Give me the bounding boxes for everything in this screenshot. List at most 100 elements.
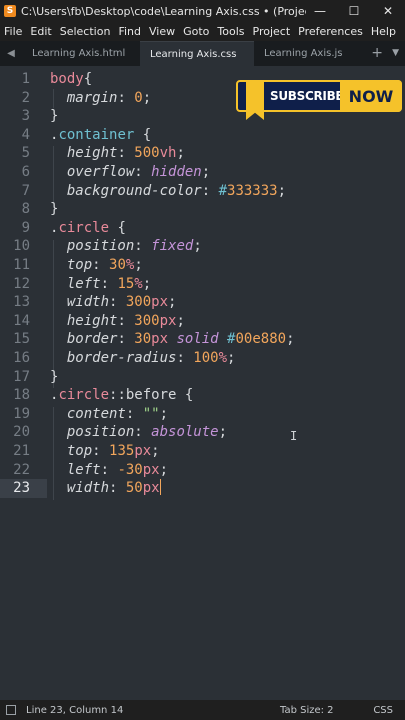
tab-label: Learning Axis.js xyxy=(264,48,343,59)
code-token: % xyxy=(218,350,228,366)
panel-toggle-icon[interactable] xyxy=(6,705,16,715)
line-number: 8 xyxy=(21,201,30,218)
tab-list-dropdown-icon[interactable]: ▼ xyxy=(392,41,399,66)
code-token: margin xyxy=(66,89,118,106)
code-line[interactable]: 12 left: 15%; xyxy=(0,275,405,294)
code-line[interactable]: 18 .circle::before { xyxy=(0,386,405,405)
code-text: } xyxy=(50,107,58,126)
line-number: 6 xyxy=(21,164,30,180)
code-line[interactable]: 16 border-radius: 100%; xyxy=(0,349,405,368)
tab-label: Learning Axis.html xyxy=(32,48,126,59)
line-number: 22 xyxy=(13,461,30,478)
code-line[interactable]: 13 width: 300px; xyxy=(0,293,405,312)
code-line[interactable]: 19 content: ""; xyxy=(0,405,405,424)
code-token: border xyxy=(66,331,118,348)
code-token: px xyxy=(142,480,160,497)
code-token: width xyxy=(66,480,110,497)
code-text: .container { xyxy=(50,126,151,145)
menu-selection[interactable]: Selection xyxy=(56,22,115,41)
menu-bar: File Edit Selection Find View Goto Tools… xyxy=(0,22,405,41)
minimize-button[interactable]: — xyxy=(303,0,337,22)
close-button[interactable]: ✕ xyxy=(371,0,405,22)
code-line[interactable]: 8} xyxy=(0,200,405,219)
code-line[interactable]: 22 left: -30px; xyxy=(0,461,405,480)
menu-view[interactable]: View xyxy=(145,22,179,41)
code-token: : xyxy=(92,443,110,459)
code-text: height: 300px; xyxy=(50,312,185,331)
code-line[interactable]: 10 position: fixed; xyxy=(0,237,405,256)
code-token: # xyxy=(218,182,228,199)
code-line[interactable]: 9 .circle { xyxy=(0,219,405,238)
code-token: ; xyxy=(176,312,185,329)
tab-scroll-left-icon[interactable]: ◀ xyxy=(0,41,22,66)
code-line[interactable]: 6 overflow: hidden; xyxy=(0,163,405,182)
line-number: 13 xyxy=(13,294,30,311)
code-line[interactable]: 11 top: 30%; xyxy=(0,256,405,275)
code-token: : xyxy=(117,331,135,348)
code-line[interactable]: 14 height: 300px; xyxy=(0,312,405,331)
code-token: 30 xyxy=(109,257,126,273)
menu-file[interactable]: File xyxy=(0,22,26,41)
tab-learning-axis-js[interactable]: Learning Axis.js xyxy=(254,41,354,66)
code-token: px xyxy=(134,443,152,459)
code-text: top: 135px; xyxy=(50,442,160,461)
menu-goto[interactable]: Goto xyxy=(179,22,213,41)
code-editor[interactable]: 1 body{2 margin: 0; 3} 4 .container {5 heigh… xyxy=(0,66,405,700)
code-line[interactable]: 4 .container { xyxy=(0,126,405,145)
code-token: "" xyxy=(142,405,160,422)
code-token: circle xyxy=(58,219,110,236)
new-tab-plus-icon[interactable]: + xyxy=(371,41,383,66)
menu-edit[interactable]: Edit xyxy=(26,22,55,41)
tab-bar: ◀ Learning Axis.html Learning Axis.css L… xyxy=(0,41,405,66)
code-text: width: 50px xyxy=(50,479,161,498)
code-token: solid xyxy=(176,331,219,348)
code-token: 30 xyxy=(134,331,152,348)
code-text: left: -30px; xyxy=(50,461,168,480)
code-token: top xyxy=(66,443,93,459)
code-token: 0 xyxy=(134,89,143,106)
code-text: background-color: #333333; xyxy=(50,182,286,201)
code-token: container xyxy=(58,126,135,143)
code-line[interactable]: 21 top: 135px; xyxy=(0,442,405,461)
code-token: { xyxy=(176,387,194,404)
maximize-button[interactable]: ☐ xyxy=(337,0,371,22)
code-token: background-color xyxy=(66,182,202,199)
menu-preferences[interactable]: Preferences xyxy=(294,22,367,41)
code-line[interactable]: 5 height: 500vh; xyxy=(0,144,405,163)
line-number: 23 xyxy=(13,480,30,497)
code-token: left xyxy=(66,275,101,292)
tab-learning-axis-html[interactable]: Learning Axis.html xyxy=(22,41,140,66)
line-number: 14 xyxy=(13,312,30,329)
tab-size[interactable]: Tab Size: 2 xyxy=(280,705,334,716)
menu-project[interactable]: Project xyxy=(249,22,295,41)
code-line[interactable]: 17} xyxy=(0,368,405,387)
code-line[interactable]: 23 width: 50px xyxy=(0,479,405,499)
line-number: 16 xyxy=(13,350,30,366)
tab-learning-axis-css[interactable]: Learning Axis.css xyxy=(140,41,254,66)
menu-find[interactable]: Find xyxy=(114,22,145,41)
menu-help[interactable]: Help xyxy=(367,22,400,41)
syntax-mode[interactable]: CSS xyxy=(373,705,393,716)
code-text: overflow: hidden; xyxy=(50,163,210,182)
code-token: height xyxy=(66,145,118,162)
code-line[interactable]: 7 background-color: #333333; xyxy=(0,182,405,201)
code-line[interactable]: 15 border: 30px solid #00e880; xyxy=(0,330,405,349)
subscribe-banner[interactable]: SUBSCRIBE NOW xyxy=(236,80,402,120)
code-text: border: 30px solid #00e880; xyxy=(50,330,295,349)
code-token: ; xyxy=(134,257,143,273)
status-bar: Line 23, Column 14 Tab Size: 2 CSS xyxy=(0,700,405,720)
code-line[interactable]: 20 position: absolute; xyxy=(0,423,405,442)
code-token: 00e880 xyxy=(235,331,287,348)
menu-tools[interactable]: Tools xyxy=(213,22,248,41)
code-text: position: fixed; xyxy=(50,237,202,256)
line-number: 1 xyxy=(21,71,30,87)
